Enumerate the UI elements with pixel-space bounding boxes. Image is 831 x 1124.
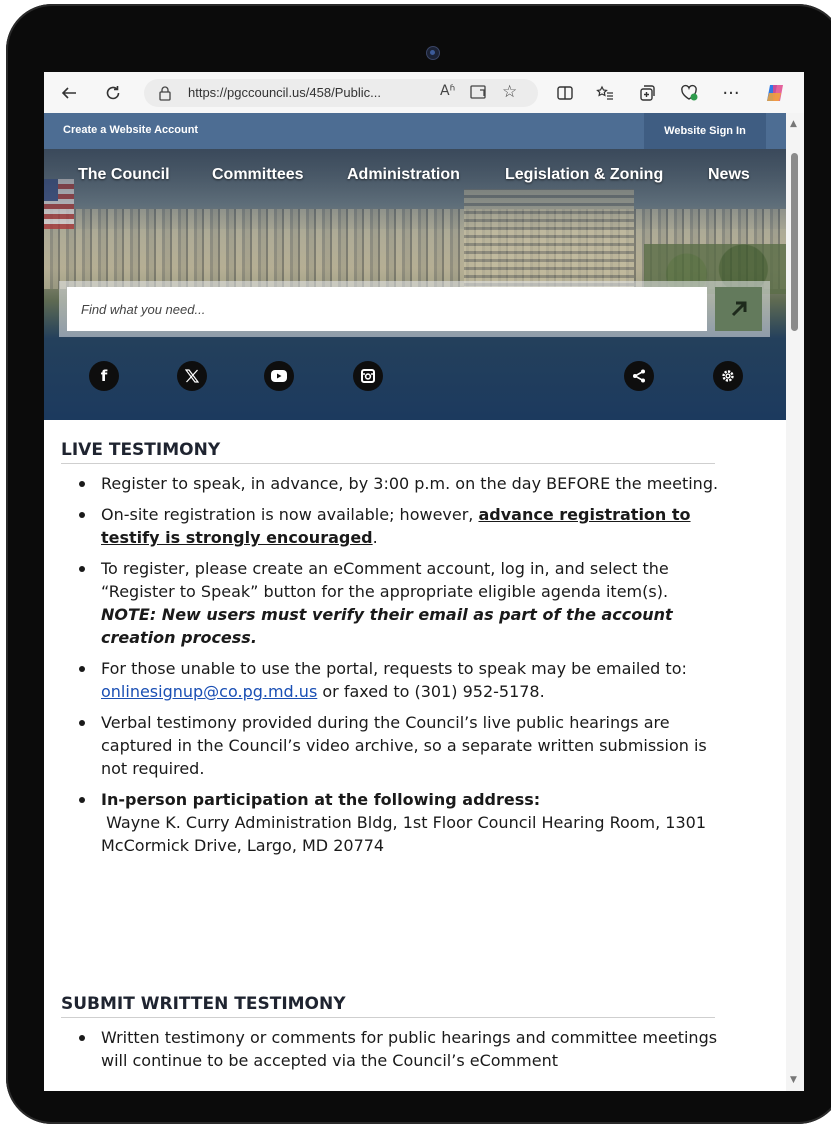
refresh-icon[interactable] xyxy=(100,80,126,106)
nav-the-council[interactable]: The Council xyxy=(78,166,170,184)
sign-in-button[interactable]: Website Sign In xyxy=(644,113,766,149)
lock-icon xyxy=(158,85,172,105)
nav-legislation-zoning[interactable]: Legislation & Zoning xyxy=(505,166,663,184)
note-text: NOTE: New users must verify their email … xyxy=(101,605,673,647)
website-viewport: Create a Website Account Website Sign In… xyxy=(44,113,786,1091)
read-aloud-icon[interactable]: Aʱ xyxy=(440,83,455,99)
list-item: Verbal testimony provided during the Cou… xyxy=(61,711,721,780)
written-testimony-heading: SUBMIT WRITTEN TESTIMONY xyxy=(61,994,715,1018)
list-item-text: Verbal testimony provided during the Cou… xyxy=(101,713,707,778)
live-testimony-heading: LIVE TESTIMONY xyxy=(61,440,715,464)
browser-window: https://pgccouncil.us/458/Public... Aʱ ☆… xyxy=(44,72,804,1091)
list-item: On-site registration is now available; h… xyxy=(61,503,721,549)
scroll-down-arrow-icon[interactable]: ▼ xyxy=(790,1075,797,1085)
list-item-text: On-site registration is now available; h… xyxy=(101,505,479,524)
address-bar[interactable]: https://pgccouncil.us/458/Public... Aʱ ☆ xyxy=(144,79,538,107)
scroll-up-arrow-icon[interactable]: ▲ xyxy=(790,119,797,129)
back-arrow-icon[interactable] xyxy=(56,80,82,106)
nav-news[interactable]: News xyxy=(708,166,750,184)
list-item-text: Register to speak, in advance, by 3:00 p… xyxy=(101,474,719,493)
arrow-up-right-icon xyxy=(731,301,746,317)
x-icon[interactable] xyxy=(177,361,207,391)
scrollbar-thumb[interactable] xyxy=(791,153,798,331)
collections-icon[interactable] xyxy=(634,80,660,106)
list-item: To register, please create an eComment a… xyxy=(61,557,721,649)
search-bar xyxy=(59,281,770,337)
share-icon[interactable] xyxy=(624,361,654,391)
main-nav: The Council Committees Administration Le… xyxy=(44,166,786,192)
settings-gear-icon[interactable] xyxy=(713,361,743,391)
nav-committees[interactable]: Committees xyxy=(212,166,304,184)
list-item-text: For those unable to use the portal, requ… xyxy=(101,659,687,678)
list-item-text: or faxed to (301) 952-5178. xyxy=(317,682,545,701)
top-utility-bar: Create a Website Account Website Sign In xyxy=(44,113,786,149)
hero-banner: The Council Committees Administration Le… xyxy=(44,149,786,420)
page-content: LIVE TESTIMONY Register to speak, in adv… xyxy=(44,420,786,1091)
email-link[interactable]: onlinesignup@co.pg.md.us xyxy=(101,682,317,701)
vertical-scrollbar[interactable]: ▲ ▼ xyxy=(786,113,804,1091)
social-icons-row: f xyxy=(44,361,786,397)
list-item-text: To register, please create an eComment a… xyxy=(101,559,669,601)
list-item: In-person participation at the following… xyxy=(61,788,721,857)
search-go-button[interactable] xyxy=(715,287,762,331)
favorite-star-icon[interactable]: ☆ xyxy=(502,82,517,102)
list-item: Register to speak, in advance, by 3:00 p… xyxy=(61,472,721,495)
list-item-text: . xyxy=(372,528,378,547)
search-input[interactable] xyxy=(67,287,707,331)
camera-icon xyxy=(426,46,440,60)
youtube-icon[interactable] xyxy=(264,361,294,391)
live-testimony-list: Register to speak, in advance, by 3:00 p… xyxy=(61,472,721,865)
list-item: For those unable to use the portal, requ… xyxy=(61,657,721,703)
favorites-icon[interactable] xyxy=(592,80,618,106)
copilot-icon[interactable] xyxy=(762,80,788,106)
list-item-text: Written testimony or comments for public… xyxy=(101,1028,718,1070)
immersive-reader-icon[interactable] xyxy=(470,84,488,104)
in-person-title: In-person participation at the following… xyxy=(101,790,541,809)
instagram-icon[interactable] xyxy=(353,361,383,391)
browser-essentials-icon[interactable] xyxy=(676,80,702,106)
split-screen-icon[interactable] xyxy=(552,80,578,106)
url-text: https://pgccouncil.us/458/Public... xyxy=(188,85,381,100)
nav-administration[interactable]: Administration xyxy=(347,166,460,184)
create-account-link[interactable]: Create a Website Account xyxy=(63,124,198,136)
written-testimony-list: Written testimony or comments for public… xyxy=(61,1026,721,1080)
browser-toolbar: https://pgccouncil.us/458/Public... Aʱ ☆… xyxy=(44,72,804,114)
more-options-icon[interactable]: ··· xyxy=(718,80,744,106)
facebook-icon[interactable]: f xyxy=(89,361,119,391)
address-text: Wayne K. Curry Administration Bldg, 1st … xyxy=(101,813,707,855)
list-item: Written testimony or comments for public… xyxy=(61,1026,721,1072)
